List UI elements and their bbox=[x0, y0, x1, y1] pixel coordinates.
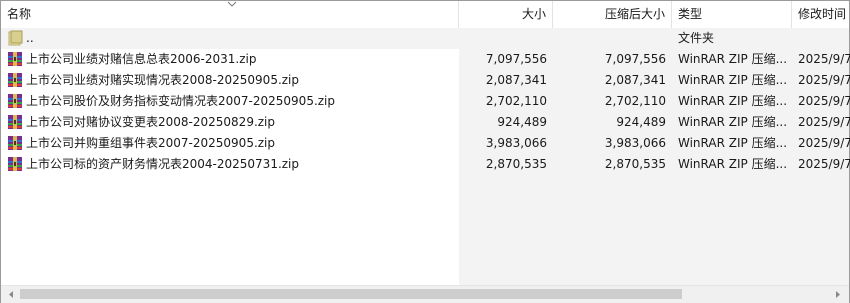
file-type-cell: WinRAR ZIP 压缩... bbox=[678, 73, 788, 87]
scroll-left-arrow-icon[interactable] bbox=[5, 289, 17, 300]
column-header-modified-label: 修改时间 bbox=[798, 7, 847, 21]
column-header-packed[interactable]: 压缩后大小 bbox=[553, 1, 672, 28]
winrar-archive-icon bbox=[8, 93, 22, 108]
chevron-down-icon bbox=[227, 1, 237, 7]
file-packed-size-cell: 3,983,066 bbox=[604, 136, 666, 150]
file-size-cell: 3,983,066 bbox=[485, 136, 547, 150]
file-size-cell: 2,702,110 bbox=[485, 94, 547, 108]
column-header-modified[interactable]: 修改时间 bbox=[792, 1, 849, 28]
file-packed-size-cell: 2,702,110 bbox=[604, 94, 666, 108]
file-type-cell: WinRAR ZIP 压缩... bbox=[678, 136, 788, 150]
file-row[interactable]: 上市公司对赌协议变更表2008-20250829.zip 924,489 924… bbox=[1, 112, 850, 133]
file-size-cell: 2,870,535 bbox=[485, 157, 547, 171]
file-packed-size-cell: 2,087,341 bbox=[604, 73, 666, 87]
file-row[interactable]: 上市公司业绩对赌实现情况表2008-20250905.zip 2,087,341… bbox=[1, 70, 850, 91]
column-header-name-label: 名称 bbox=[7, 7, 32, 21]
file-list-window: 名称 大小 压缩后大小 类型 修改时间 .. 文件夹 上市公司业绩对赌信息总表2… bbox=[0, 0, 850, 303]
file-name-cell: 上市公司股价及财务指标变动情况表2007-20250905.zip bbox=[7, 91, 459, 112]
winrar-archive-icon bbox=[8, 51, 22, 66]
file-modified-cell: 2025/9/7 bbox=[798, 94, 850, 108]
file-name-cell: 上市公司并购重组事件表2007-20250905.zip bbox=[7, 133, 459, 154]
file-name-label: 上市公司业绩对赌实现情况表2008-20250905.zip bbox=[26, 73, 300, 87]
column-header-size-label: 大小 bbox=[521, 7, 546, 21]
file-modified-cell: 2025/9/7 bbox=[798, 157, 850, 171]
file-row[interactable]: 上市公司股价及财务指标变动情况表2007-20250905.zip 2,702,… bbox=[1, 91, 850, 112]
column-header-size[interactable]: 大小 bbox=[459, 1, 553, 28]
file-name-label: 上市公司股价及财务指标变动情况表2007-20250905.zip bbox=[26, 94, 336, 108]
file-name-cell: 上市公司对赌协议变更表2008-20250829.zip bbox=[7, 112, 459, 133]
file-modified-cell: 2025/9/7 bbox=[798, 136, 850, 150]
file-packed-size-cell: 2,870,535 bbox=[604, 157, 666, 171]
column-header-type-label: 类型 bbox=[678, 7, 703, 21]
file-modified-cell: 2025/9/7 bbox=[798, 115, 850, 129]
file-name-cell: 上市公司标的资产财务情况表2004-20250731.zip bbox=[7, 154, 459, 175]
file-packed-size-cell: 7,097,556 bbox=[604, 52, 666, 66]
scrollbar-thumb[interactable] bbox=[20, 289, 682, 299]
file-size-cell: 2,087,341 bbox=[485, 73, 547, 87]
column-header-type[interactable]: 类型 bbox=[672, 1, 792, 28]
winrar-archive-icon bbox=[8, 114, 22, 129]
winrar-archive-icon bbox=[8, 156, 22, 171]
file-type-cell: WinRAR ZIP 压缩... bbox=[678, 115, 788, 129]
file-type-cell: WinRAR ZIP 压缩... bbox=[678, 157, 788, 171]
file-row[interactable]: 上市公司并购重组事件表2007-20250905.zip 3,983,066 3… bbox=[1, 133, 850, 154]
file-name-label: 上市公司并购重组事件表2007-20250905.zip bbox=[26, 136, 276, 150]
column-header-bar: 名称 大小 压缩后大小 类型 修改时间 bbox=[1, 1, 849, 29]
file-type-cell: WinRAR ZIP 压缩... bbox=[678, 94, 788, 108]
folder-up-icon bbox=[8, 30, 23, 45]
file-name-cell: 上市公司业绩对赌实现情况表2008-20250905.zip bbox=[7, 70, 459, 91]
parent-folder-row[interactable]: .. 文件夹 bbox=[1, 28, 849, 49]
scroll-right-arrow-icon[interactable] bbox=[832, 289, 844, 300]
file-name-cell: 上市公司业绩对赌信息总表2006-2031.zip bbox=[7, 49, 459, 70]
file-name-label: 上市公司业绩对赌信息总表2006-2031.zip bbox=[26, 52, 257, 66]
file-row[interactable]: 上市公司标的资产财务情况表2004-20250731.zip 2,870,535… bbox=[1, 154, 850, 175]
file-row[interactable]: 上市公司业绩对赌信息总表2006-2031.zip 7,097,556 7,09… bbox=[1, 49, 850, 70]
file-modified-cell: 2025/9/7 bbox=[798, 52, 850, 66]
parent-folder-type-cell: 文件夹 bbox=[678, 31, 715, 45]
file-name-label: 上市公司对赌协议变更表2008-20250829.zip bbox=[26, 115, 276, 129]
file-type-cell: WinRAR ZIP 压缩... bbox=[678, 52, 788, 66]
file-packed-size-cell: 924,489 bbox=[616, 115, 666, 129]
file-name-label: 上市公司标的资产财务情况表2004-20250731.zip bbox=[26, 157, 300, 171]
file-size-cell: 7,097,556 bbox=[485, 52, 547, 66]
file-size-cell: 924,489 bbox=[497, 115, 547, 129]
horizontal-scrollbar[interactable] bbox=[1, 285, 849, 303]
column-header-packed-label: 压缩后大小 bbox=[604, 7, 665, 21]
winrar-archive-icon bbox=[8, 135, 22, 150]
winrar-archive-icon bbox=[8, 72, 22, 87]
parent-folder-label: .. bbox=[26, 31, 34, 45]
parent-folder-name-cell: .. bbox=[7, 28, 459, 49]
file-modified-cell: 2025/9/7 bbox=[798, 73, 850, 87]
